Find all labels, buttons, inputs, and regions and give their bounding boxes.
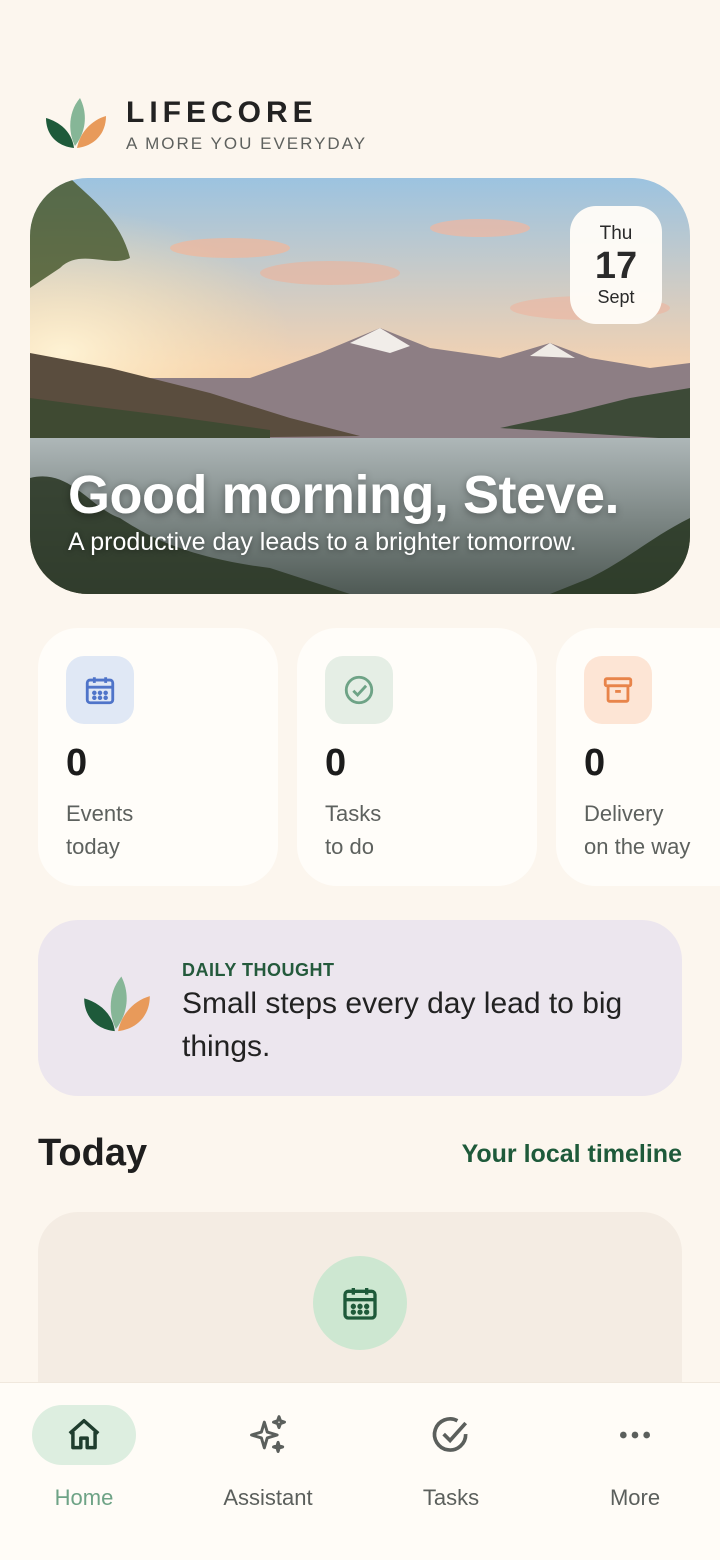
nav-label: Tasks bbox=[422, 1485, 480, 1510]
stat-value: 0 bbox=[584, 742, 606, 784]
app-header: LIFECORE A MORE YOU EVERYDAY bbox=[44, 96, 367, 154]
check-circle-icon bbox=[399, 1405, 503, 1465]
nav-assistant[interactable]: Assistant bbox=[178, 1405, 358, 1525]
daily-thought-card: DAILY THOUGHT Small steps every day lead… bbox=[38, 920, 682, 1096]
timeline-calendar-icon bbox=[313, 1256, 407, 1350]
brand-name: LIFECORE bbox=[126, 96, 318, 129]
daily-thought-title: DAILY THOUGHT bbox=[182, 960, 335, 980]
stat-value: 0 bbox=[66, 742, 88, 784]
lifecore-logo bbox=[46, 98, 106, 148]
stat-card-delivery[interactable]: 0 Delivery on the way bbox=[556, 628, 720, 886]
nav-tasks[interactable]: Tasks bbox=[361, 1405, 541, 1525]
date-number: 17 bbox=[594, 244, 638, 287]
home-icon bbox=[32, 1405, 136, 1465]
archive-box-icon bbox=[584, 656, 652, 724]
stat-label: Events today bbox=[66, 801, 134, 859]
greeting-title: Good morning, Steve. bbox=[68, 465, 620, 525]
stat-value: 0 bbox=[325, 742, 347, 784]
stat-label: Delivery on the way bbox=[584, 801, 691, 859]
sparkle-icon bbox=[216, 1405, 320, 1465]
bottom-navigation: Home Assistant Tasks More bbox=[0, 1382, 720, 1560]
local-timeline-link[interactable]: Your local timeline bbox=[462, 1140, 682, 1169]
date-month: Sept bbox=[597, 286, 635, 307]
brand-tagline: A MORE YOU EVERYDAY bbox=[126, 134, 368, 153]
nav-label: Home bbox=[54, 1485, 114, 1510]
stat-label: Tasks to do bbox=[325, 801, 382, 859]
today-heading: Today bbox=[38, 1132, 148, 1174]
stat-card-events[interactable]: 0 Events today bbox=[38, 628, 278, 886]
date-badge: Thu 17 Sept bbox=[570, 206, 662, 324]
calendar-icon bbox=[66, 656, 134, 724]
greeting-subtitle: A productive day leads to a brighter tom… bbox=[68, 528, 577, 556]
stats-carousel[interactable]: 0 Events today 0 Tasks to do 0 Delivery … bbox=[38, 628, 720, 886]
stat-card-tasks[interactable]: 0 Tasks to do bbox=[297, 628, 537, 886]
hero-banner: Thu 17 Sept Good morning, Steve. A produ… bbox=[30, 178, 690, 594]
daily-thought-text: Small steps every day lead to big things… bbox=[182, 987, 623, 1063]
nav-label: Assistant bbox=[223, 1485, 313, 1510]
more-dots-icon bbox=[583, 1405, 687, 1465]
nav-label: More bbox=[609, 1485, 661, 1510]
nav-home[interactable]: Home bbox=[0, 1405, 174, 1525]
nav-more[interactable]: More bbox=[545, 1405, 720, 1525]
check-circle-icon bbox=[325, 656, 393, 724]
date-weekday: Thu bbox=[599, 222, 633, 244]
leaf-logo-icon bbox=[84, 976, 150, 1032]
